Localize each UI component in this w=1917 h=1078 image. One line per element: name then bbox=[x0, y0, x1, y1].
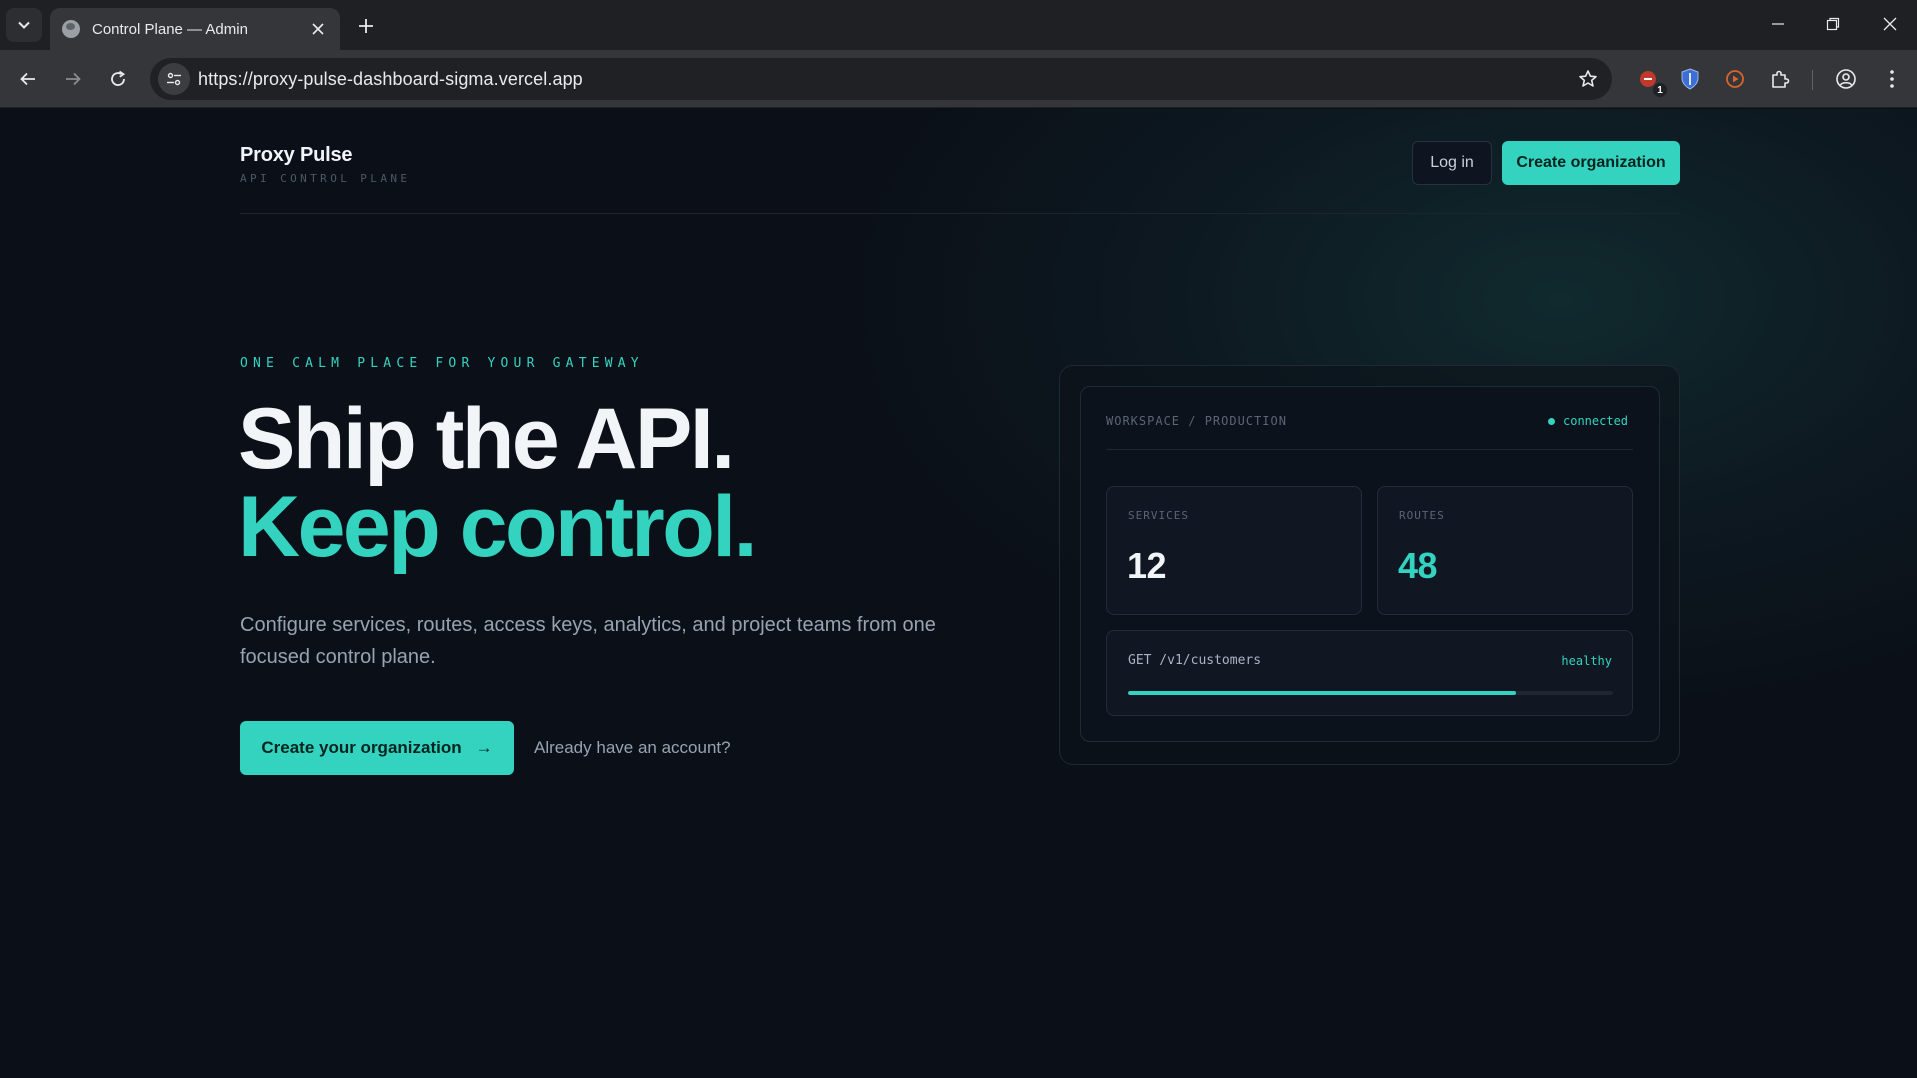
arrow-right-icon: → bbox=[475, 738, 493, 757]
close-window-button[interactable] bbox=[1874, 10, 1906, 38]
bookmark-star-icon[interactable] bbox=[1576, 67, 1600, 91]
plus-icon bbox=[359, 19, 373, 33]
create-your-organization-button[interactable]: Create your organization → bbox=[240, 721, 514, 775]
hero-headline: Ship the API. Keep control. bbox=[238, 391, 758, 575]
extension-play-button[interactable] bbox=[1719, 63, 1751, 95]
login-button[interactable]: Log in bbox=[1412, 141, 1492, 185]
close-icon bbox=[1883, 17, 1897, 31]
reload-button[interactable] bbox=[101, 62, 135, 96]
hero-eyebrow: ONE CALM PLACE FOR YOUR GATEWAY bbox=[240, 356, 644, 371]
cta-label: Create your organization bbox=[261, 738, 462, 757]
more-vertical-icon bbox=[1890, 70, 1894, 88]
brand-name[interactable]: Proxy Pulse bbox=[240, 144, 353, 167]
arrow-right-icon bbox=[66, 72, 81, 86]
account-circle-icon bbox=[1836, 69, 1856, 89]
extensions-button[interactable] bbox=[1764, 63, 1796, 95]
browser-tab-active[interactable]: Control Plane — Admin bbox=[50, 8, 340, 50]
page-content: Proxy Pulse API CONTROL PLANE Log in Cre… bbox=[0, 109, 1917, 1078]
reload-icon bbox=[111, 70, 126, 86]
profile-button[interactable] bbox=[1830, 63, 1862, 95]
extension-badge: 1 bbox=[1653, 83, 1667, 97]
tune-icon bbox=[167, 72, 181, 86]
url-text[interactable]: https://proxy-pulse-dashboard-sigma.verc… bbox=[198, 69, 583, 90]
restore-icon bbox=[1826, 17, 1840, 31]
headline-line-2: Keep control. bbox=[238, 479, 758, 575]
minimize-icon bbox=[1772, 23, 1784, 25]
back-button[interactable] bbox=[11, 62, 45, 96]
extension-shield-button[interactable] bbox=[1674, 63, 1706, 95]
globe-icon bbox=[62, 20, 80, 38]
tab-title: Control Plane — Admin bbox=[92, 20, 248, 38]
headline-line-1: Ship the API. bbox=[238, 391, 735, 487]
browser-menu-button[interactable] bbox=[1876, 63, 1908, 95]
site-info-button[interactable] bbox=[158, 63, 190, 95]
minimize-window-button[interactable] bbox=[1762, 10, 1794, 38]
restore-window-button[interactable] bbox=[1817, 10, 1849, 38]
already-have-account-link[interactable]: Already have an account? bbox=[534, 738, 731, 758]
hero-description: Configure services, routes, access keys,… bbox=[240, 614, 936, 668]
tab-search-button[interactable] bbox=[6, 8, 42, 42]
brand-subtitle: API CONTROL PLANE bbox=[240, 172, 411, 185]
browser-toolbar: https://proxy-pulse-dashboard-sigma.verc… bbox=[0, 50, 1917, 108]
puzzle-icon bbox=[1772, 70, 1790, 88]
toolbar-divider bbox=[1812, 70, 1813, 90]
create-organization-button[interactable]: Create organization bbox=[1502, 141, 1680, 185]
browser-tabstrip: Control Plane — Admin bbox=[0, 0, 1917, 50]
forward-button[interactable] bbox=[56, 62, 90, 96]
arrow-left-icon bbox=[20, 72, 35, 86]
new-tab-button[interactable] bbox=[352, 12, 380, 40]
header-divider bbox=[240, 213, 1680, 214]
play-circle-icon bbox=[1726, 70, 1744, 88]
chevron-down-icon bbox=[18, 21, 30, 29]
close-tab-icon[interactable] bbox=[308, 19, 328, 39]
shield-icon bbox=[1681, 68, 1699, 90]
address-bar[interactable]: https://proxy-pulse-dashboard-sigma.verc… bbox=[150, 58, 1612, 100]
extension-red-button[interactable]: 1 bbox=[1632, 63, 1667, 97]
